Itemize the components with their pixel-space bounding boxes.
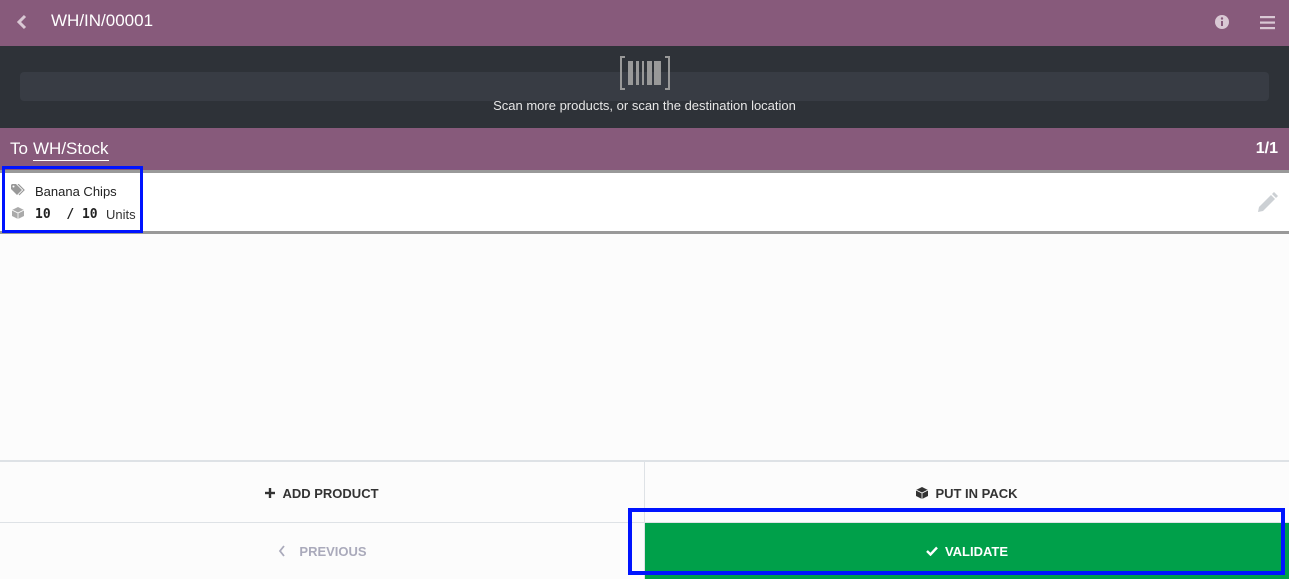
hamburger-icon[interactable] bbox=[1259, 14, 1277, 32]
check-icon bbox=[926, 546, 938, 556]
qty-demand: 10 bbox=[81, 207, 98, 222]
qty-done: 10 bbox=[35, 207, 51, 222]
chevron-left-icon bbox=[279, 545, 286, 557]
add-product-button[interactable]: ADD PRODUCT bbox=[0, 462, 644, 524]
scanner-message: Scan more products, or scan the destinat… bbox=[493, 98, 796, 113]
tags-icon bbox=[11, 184, 25, 196]
unit-of-measure: Units bbox=[106, 207, 136, 222]
info-icon[interactable] bbox=[1213, 13, 1231, 31]
previous-button[interactable]: PREVIOUS bbox=[0, 523, 644, 579]
destination-prefix: To bbox=[10, 139, 28, 158]
page-title: WH/IN/00001 bbox=[51, 11, 154, 30]
pencil-icon[interactable] bbox=[1255, 191, 1279, 215]
quantity: 10 / 10 bbox=[35, 207, 98, 222]
pager: 1/1 bbox=[1255, 140, 1278, 157]
location-bar: To WH/Stock 1/1 bbox=[0, 128, 1289, 170]
cube-icon bbox=[12, 207, 24, 219]
chevron-left-icon[interactable] bbox=[12, 12, 32, 32]
put-in-pack-button[interactable]: PUT IN PACK bbox=[644, 462, 1289, 524]
validate-button[interactable]: VALIDATE bbox=[644, 523, 1289, 579]
plus-icon bbox=[265, 488, 276, 498]
barcode-icon bbox=[620, 56, 670, 90]
previous-label: PREVIOUS bbox=[299, 543, 367, 559]
add-product-label: ADD PRODUCT bbox=[282, 485, 379, 501]
top-bar: WH/IN/00001 bbox=[0, 0, 1289, 46]
cube-icon bbox=[916, 487, 929, 499]
validate-label: VALIDATE bbox=[944, 543, 1009, 559]
product-name: Banana Chips bbox=[35, 184, 117, 199]
destination-location[interactable]: WH/Stock bbox=[33, 139, 109, 161]
navigation-row: PREVIOUS VALIDATE bbox=[0, 522, 1289, 579]
action-row: ADD PRODUCT PUT IN PACK bbox=[0, 460, 1289, 524]
qty-separator: / bbox=[66, 207, 75, 222]
put-in-pack-label: PUT IN PACK bbox=[935, 485, 1018, 501]
move-line[interactable]: Banana Chips 10 / 10 Units bbox=[0, 170, 1289, 234]
